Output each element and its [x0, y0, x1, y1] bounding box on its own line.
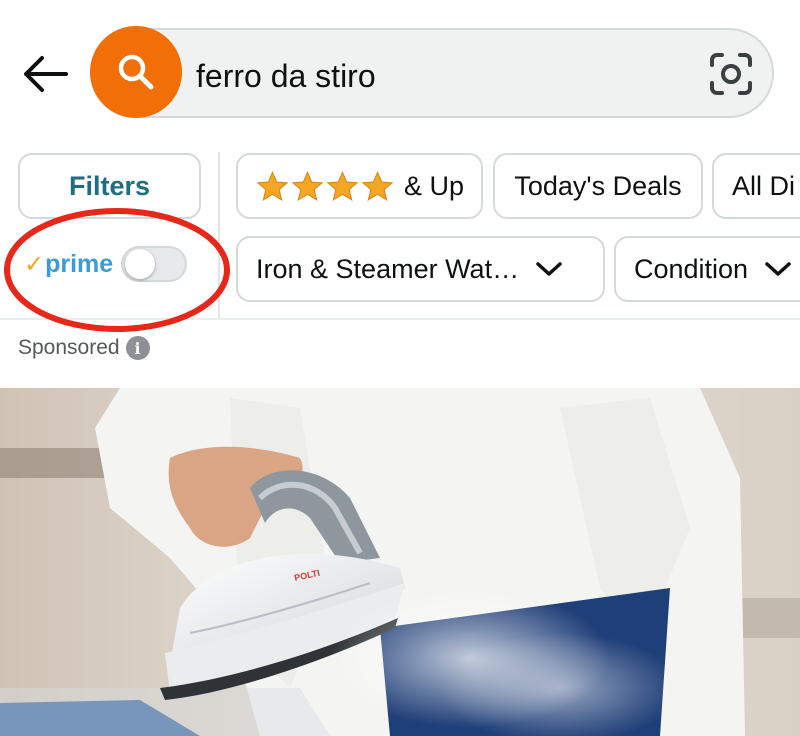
- prime-check-icon: ✓: [24, 250, 45, 278]
- info-icon[interactable]: i: [125, 336, 150, 360]
- sponsored-label: Sponsored: [18, 336, 120, 359]
- todays-deals-label: Today's Deals: [514, 170, 682, 201]
- condition-filter-chip[interactable]: Condition: [614, 236, 800, 302]
- filter-divider: [218, 152, 220, 318]
- iron-steamer-filter-label: Iron & Steamer Wat…: [256, 253, 520, 284]
- star-icon: [256, 170, 289, 201]
- chevron-down-icon: [536, 262, 562, 276]
- rating-filter-label: & Up: [404, 170, 465, 201]
- filters-divider: [0, 318, 800, 320]
- search-input[interactable]: ferro da stiro: [196, 56, 376, 96]
- filters-button[interactable]: Filters: [18, 153, 201, 219]
- chevron-down-icon: [765, 262, 791, 276]
- star-icon: [291, 170, 324, 201]
- all-departments-label: All Di: [732, 170, 796, 201]
- filters-label: Filters: [68, 170, 151, 201]
- prime-logo[interactable]: ✓ prime: [24, 250, 113, 279]
- condition-filter-label: Condition: [634, 253, 749, 284]
- search-icon: [118, 54, 154, 90]
- sponsored-product-image[interactable]: POLTI: [0, 388, 800, 736]
- search-bar[interactable]: [90, 28, 774, 118]
- sponsored-label-row: Sponsored i: [18, 336, 150, 360]
- todays-deals-chip[interactable]: Today's Deals: [493, 153, 703, 219]
- prime-toggle[interactable]: [121, 246, 188, 282]
- camera-scan-icon[interactable]: [708, 51, 754, 97]
- rating-filter-chip[interactable]: & Up: [236, 153, 483, 219]
- prime-label: prime: [45, 249, 114, 278]
- back-arrow-icon[interactable]: [22, 54, 68, 94]
- star-icon: [361, 170, 394, 201]
- iron-steamer-filter-chip[interactable]: Iron & Steamer Wat…: [236, 236, 605, 302]
- prime-toggle-knob: [125, 249, 156, 279]
- prime-filter: ✓ prime: [24, 246, 188, 282]
- all-departments-chip[interactable]: All Di: [712, 153, 800, 219]
- search-results-screen: ferro da stiro Filters & Up Today's Deal…: [0, 0, 800, 736]
- search-button[interactable]: [90, 26, 182, 118]
- star-rating-icons: [256, 170, 394, 202]
- star-icon: [326, 170, 359, 201]
